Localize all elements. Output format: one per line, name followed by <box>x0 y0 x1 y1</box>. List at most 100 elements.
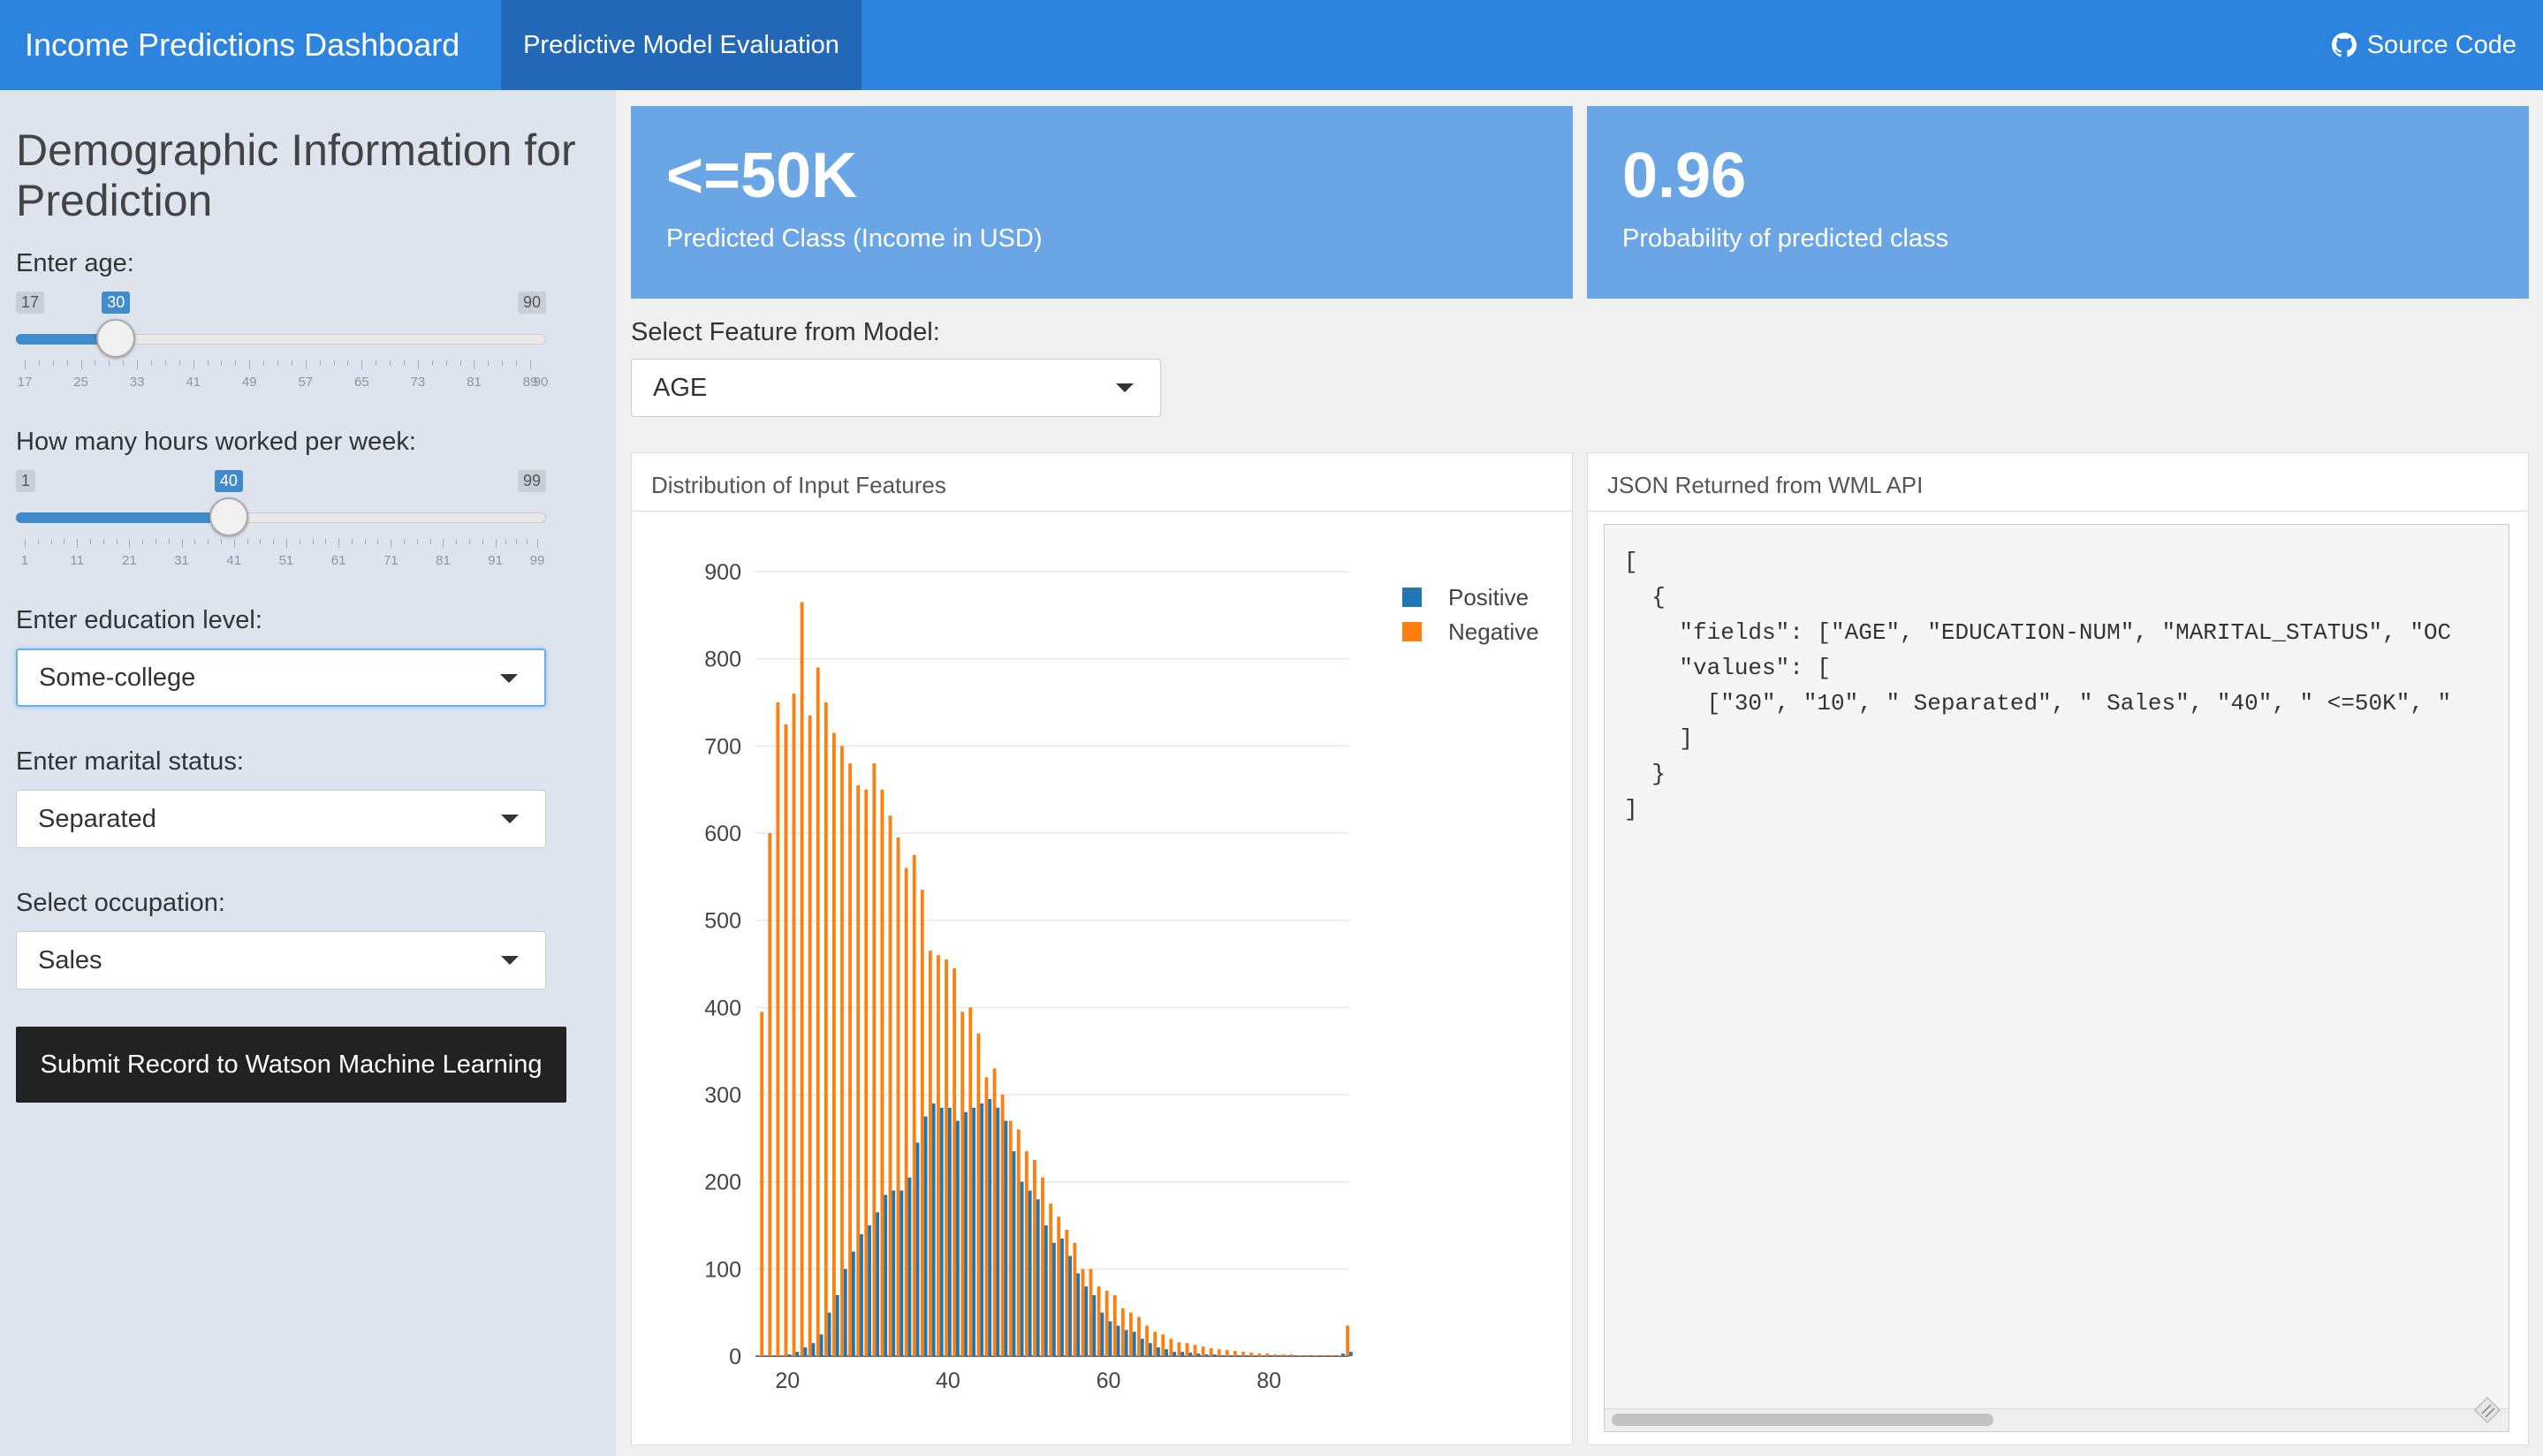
negative-bar <box>1225 1350 1229 1356</box>
positive-bar <box>1068 1255 1072 1356</box>
positive-bar <box>835 1294 839 1356</box>
positive-bar <box>1036 1199 1040 1356</box>
json-panel: JSON Returned from WML API [ { "fields":… <box>1587 452 2529 1445</box>
negative-bar <box>1057 1217 1061 1356</box>
negative-bar <box>864 789 869 1356</box>
negative-bar <box>1073 1242 1077 1356</box>
negative-bar <box>760 1012 764 1356</box>
negative-bar <box>880 789 884 1356</box>
education-value: Some-college <box>39 664 196 692</box>
negative-bar <box>1234 1351 1237 1356</box>
slider-tick-label: 11 <box>70 553 84 568</box>
age-label: Enter age: <box>16 249 134 277</box>
negative-bar <box>1273 1354 1278 1356</box>
hours-slider[interactable]: 1 99 40 1 11 21 31 41 51 61 71 81 91 99 <box>16 470 546 576</box>
chevron-down-icon <box>501 956 519 965</box>
positive-bar <box>972 1107 976 1356</box>
negative-bar <box>928 951 932 1356</box>
negative-bar <box>984 1077 989 1356</box>
slider-value-label: 40 <box>214 470 243 492</box>
positive-bar <box>980 1103 984 1356</box>
slider-handle[interactable] <box>96 319 136 358</box>
resize-handle-icon[interactable] <box>2471 1394 2503 1426</box>
slider-major-tick <box>25 539 26 548</box>
education-select[interactable]: Some-college <box>16 648 546 707</box>
negative-bar <box>1209 1348 1213 1356</box>
marital-label: Enter marital status: <box>16 747 244 776</box>
negative-bar <box>888 815 892 1356</box>
slider-tick-label: 21 <box>122 553 137 568</box>
positive-bar <box>892 1190 896 1356</box>
marital-select[interactable]: Separated <box>16 790 546 848</box>
negative-bar <box>1041 1177 1044 1356</box>
slider-minor-tick <box>404 360 406 366</box>
negative-bar <box>960 1012 965 1356</box>
negative-bar <box>1330 1355 1333 1356</box>
submit-button[interactable]: Submit Record to Watson Machine Learning <box>16 1027 566 1103</box>
slider-minor-tick <box>347 360 349 366</box>
negative-bar <box>1112 1294 1117 1356</box>
slider-major-tick <box>338 539 340 548</box>
positive-bar <box>1340 1354 1345 1356</box>
slider-tick-label: 41 <box>226 553 242 568</box>
negative-bar <box>992 1068 997 1356</box>
positive-bar <box>1116 1325 1120 1356</box>
positive-bar <box>956 1120 960 1356</box>
positive-bar <box>1124 1330 1128 1356</box>
slider-handle[interactable] <box>209 497 248 536</box>
occupation-select[interactable]: Sales <box>16 931 546 990</box>
negative-bar <box>824 702 828 1356</box>
positive-bar <box>1196 1354 1201 1356</box>
slider-major-tick <box>305 360 307 369</box>
slider-minor-tick <box>260 539 262 544</box>
slider-minor-tick <box>220 539 222 544</box>
positive-bar <box>811 1343 816 1356</box>
positive-bar <box>787 1354 792 1356</box>
positive-bar <box>1244 1355 1249 1356</box>
positive-bar <box>1012 1151 1016 1356</box>
source-code-link[interactable]: Source Code <box>2331 0 2516 90</box>
positive-bar <box>1236 1355 1241 1356</box>
negative-bar <box>792 694 796 1356</box>
negative-bar <box>1177 1342 1181 1356</box>
legend-label: Negative <box>1448 618 1539 645</box>
positive-bar <box>1020 1181 1024 1356</box>
positive-bar <box>1100 1312 1104 1356</box>
positive-bar <box>1165 1349 1168 1356</box>
slider-minor-tick <box>516 360 518 366</box>
app-title[interactable]: Income Predictions Dashboard <box>25 0 459 90</box>
scrollbar-thumb[interactable] <box>1612 1414 1993 1426</box>
tab-predictive-model-evaluation[interactable]: Predictive Model Evaluation <box>501 0 862 90</box>
slider-tick-label: 31 <box>174 553 189 568</box>
slider-minor-tick <box>469 539 471 544</box>
slider-minor-tick <box>333 360 335 366</box>
negative-bar <box>1338 1355 1341 1356</box>
horizontal-scrollbar[interactable] <box>1605 1408 2509 1431</box>
json-output-box[interactable]: [ { "fields": ["AGE", "EDUCATION-NUM", "… <box>1604 524 2509 1432</box>
positive-bar <box>795 1352 800 1356</box>
slider-minor-tick <box>178 360 180 366</box>
negative-bar <box>1024 1151 1029 1356</box>
slider-minor-tick <box>208 539 209 544</box>
feature-select[interactable]: AGE <box>631 359 1161 417</box>
slider-major-tick <box>417 360 419 369</box>
negative-bar <box>776 702 780 1356</box>
distribution-chart[interactable]: 0 100 200 300 400 500 600 700 800 900 20 40 60 80 Posi… <box>632 513 1572 1441</box>
positive-bar <box>907 1177 912 1356</box>
occupation-label: Select occupation: <box>16 889 225 917</box>
negative-bar <box>1346 1325 1349 1356</box>
slider-minor-tick <box>207 360 209 366</box>
slider-minor-tick <box>109 360 110 366</box>
slider-minor-tick <box>164 360 166 366</box>
slider-minor-tick <box>247 539 248 544</box>
predicted-class-caption: Predicted Class (Income in USD) <box>666 224 1043 253</box>
age-slider[interactable]: 17 90 30 17 25 33 41 49 57 65 73 81 89 90 <box>16 292 548 398</box>
slider-minor-tick <box>89 539 91 544</box>
positive-bar <box>1173 1352 1177 1356</box>
slider-minor-tick <box>377 539 379 544</box>
negative-bar <box>1081 1269 1085 1356</box>
negative-bar <box>1120 1308 1125 1356</box>
positive-bar <box>868 1225 871 1356</box>
negative-bar <box>1049 1203 1052 1356</box>
slider-minor-tick <box>459 360 461 366</box>
